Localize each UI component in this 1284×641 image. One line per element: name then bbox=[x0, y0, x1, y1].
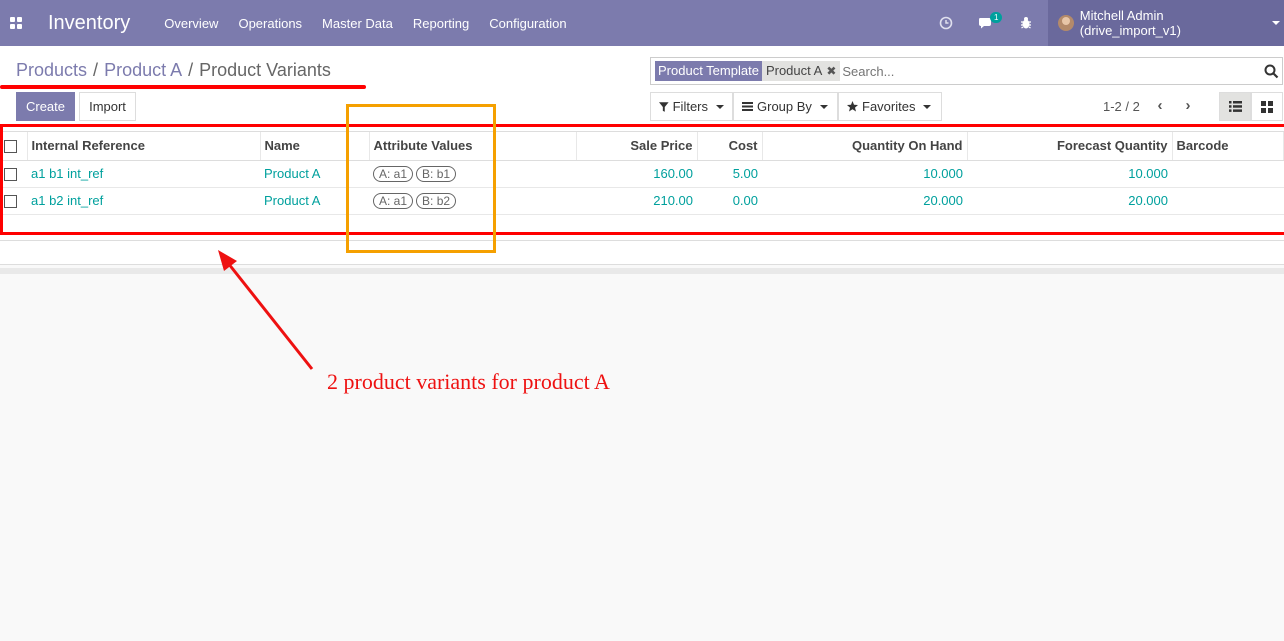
kanban-view-icon bbox=[1261, 100, 1273, 113]
clock-icon[interactable] bbox=[926, 0, 966, 46]
menu-item-operations[interactable]: Operations bbox=[238, 16, 302, 31]
search-icon[interactable] bbox=[1260, 60, 1282, 82]
facet-value: Product A ✖ bbox=[761, 61, 841, 81]
list-bars-icon bbox=[742, 102, 753, 111]
chevron-down-icon bbox=[819, 104, 828, 109]
annotation-arrow-line bbox=[226, 262, 314, 370]
search-bar: Product Template Product A ✖ bbox=[650, 57, 1283, 85]
breadcrumb-product-a[interactable]: Product A bbox=[104, 60, 182, 81]
menu-item-overview[interactable]: Overview bbox=[164, 16, 218, 31]
breadcrumb-products[interactable]: Products bbox=[16, 60, 87, 81]
table-footer bbox=[0, 240, 1284, 265]
top-navbar: Inventory Overview Operations Master Dat… bbox=[0, 0, 1284, 46]
annotation-text: 2 product variants for product A bbox=[327, 369, 610, 394]
annotation-attribute-values-box bbox=[346, 104, 496, 253]
facet-label: Product Template bbox=[655, 61, 762, 81]
favorites-dropdown[interactable]: Favorites bbox=[838, 92, 942, 121]
avatar bbox=[1058, 15, 1074, 31]
star-icon bbox=[847, 101, 858, 112]
chevron-down-icon bbox=[716, 104, 724, 109]
user-menu[interactable]: Mitchell Admin (drive_import_v1) bbox=[1048, 0, 1284, 46]
pager-next-icon[interactable]: › bbox=[1181, 97, 1195, 114]
breadcrumb-separator: / bbox=[188, 60, 194, 80]
footer-cell bbox=[0, 240, 1284, 265]
facet-value-text: Product A bbox=[765, 63, 823, 78]
user-name: Mitchell Admin (drive_import_v1) bbox=[1079, 8, 1181, 38]
chevron-down-icon bbox=[1272, 21, 1280, 25]
filters-label: Filters bbox=[672, 99, 708, 114]
group-by-dropdown[interactable]: Group By bbox=[733, 92, 838, 121]
menu-item-master-data[interactable]: Master Data bbox=[322, 16, 393, 31]
main-menu: Overview Operations Master Data Reportin… bbox=[164, 16, 586, 31]
menu-item-reporting[interactable]: Reporting bbox=[413, 16, 469, 31]
pager-value[interactable]: 1-2 / 2 bbox=[1103, 99, 1140, 114]
filter-icon bbox=[659, 101, 669, 112]
kanban-view-button[interactable] bbox=[1251, 92, 1283, 121]
search-facet: Product Template Product A ✖ bbox=[655, 61, 841, 81]
annotation-table-highlight-box bbox=[0, 124, 1284, 235]
facet-remove-icon[interactable]: ✖ bbox=[826, 63, 836, 79]
list-view-icon bbox=[1228, 101, 1242, 112]
navbar-systray: 1 Mitchell Admin (drive_import_v1) bbox=[926, 0, 1284, 46]
breadcrumb: Products / Product A / Product Variants bbox=[16, 60, 331, 81]
search-input[interactable] bbox=[842, 63, 1260, 79]
control-panel: Products / Product A / Product Variants … bbox=[0, 46, 1284, 132]
filters-dropdown[interactable]: Filters bbox=[650, 92, 733, 121]
favorites-label: Favorites bbox=[862, 99, 916, 114]
group-by-label: Group By bbox=[757, 99, 812, 114]
import-button[interactable]: Import bbox=[79, 92, 136, 121]
page-title: Product Variants bbox=[199, 60, 331, 80]
debug-bug-icon[interactable] bbox=[1006, 0, 1046, 46]
annotation-breadcrumb-underline bbox=[0, 85, 366, 89]
chevron-down-icon bbox=[923, 104, 932, 109]
create-button[interactable]: Create bbox=[16, 92, 75, 121]
breadcrumb-separator: / bbox=[93, 60, 99, 80]
messages-badge: 1 bbox=[990, 12, 1003, 23]
app-brand[interactable]: Inventory bbox=[48, 12, 130, 35]
list-view-button[interactable] bbox=[1219, 92, 1251, 121]
menu-item-configuration[interactable]: Configuration bbox=[489, 16, 566, 31]
messages-icon[interactable]: 1 bbox=[966, 0, 1006, 46]
pager-previous-icon[interactable]: ‹ bbox=[1153, 97, 1167, 114]
apps-menu-icon[interactable] bbox=[0, 0, 32, 46]
divider bbox=[0, 268, 1284, 274]
